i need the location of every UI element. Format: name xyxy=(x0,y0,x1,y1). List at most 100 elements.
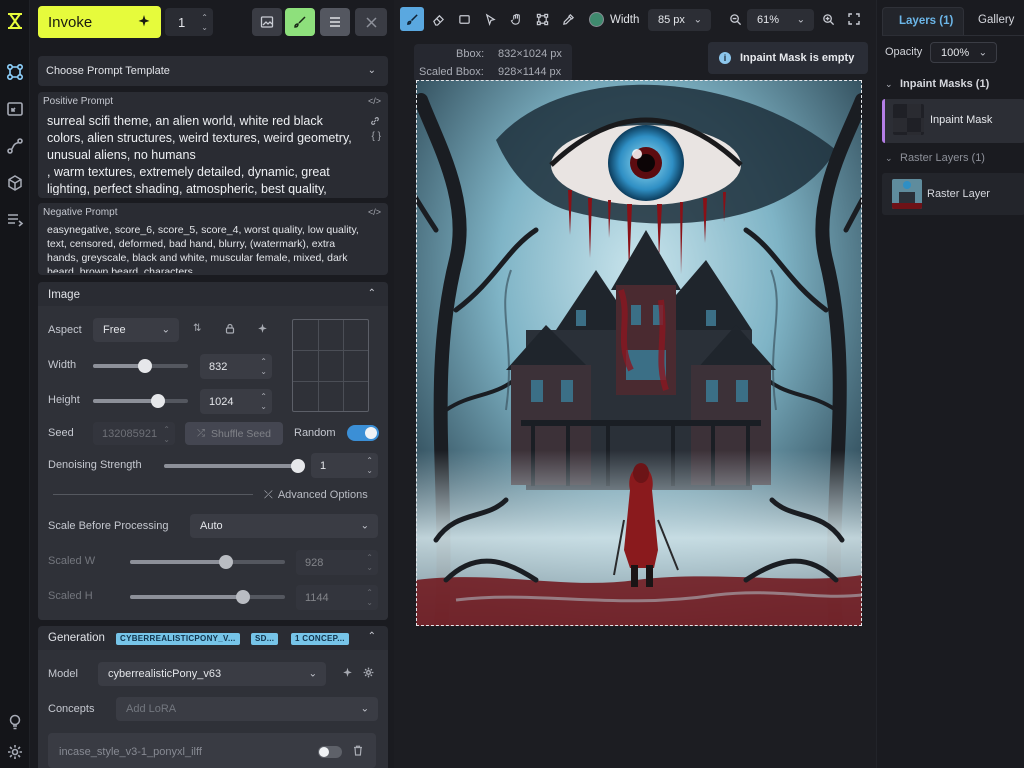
width-input[interactable]: 832 ⌃ ⌄ xyxy=(200,354,272,379)
opacity-value: 100% xyxy=(941,46,970,59)
link-icon[interactable] xyxy=(370,115,380,129)
zoom-select[interactable]: 61% ⌄ xyxy=(747,9,814,31)
canvas-view-button[interactable] xyxy=(285,8,315,36)
eraser-tool-button[interactable] xyxy=(426,7,450,31)
advanced-options-toggle[interactable]: ⤫ Advanced Options xyxy=(264,489,368,502)
cancel-button[interactable] xyxy=(355,8,387,36)
image-view-button[interactable] xyxy=(252,8,282,36)
fit-view-icon[interactable] xyxy=(848,13,860,28)
denoise-input[interactable]: 1 ⌃ ⌄ xyxy=(311,453,378,478)
gear-icon[interactable] xyxy=(5,742,25,762)
lora-toggle[interactable] xyxy=(318,746,342,758)
inpaint-mask-layer[interactable]: Inpaint Mask xyxy=(882,99,1024,143)
stepper-arrows-icon[interactable]: ⌃ ⌄ xyxy=(366,588,373,608)
positive-prompt-textarea[interactable]: surreal scifi theme, an alien world, whi… xyxy=(47,113,357,195)
raster-layer[interactable]: Raster Layer xyxy=(882,173,1024,215)
trash-icon[interactable] xyxy=(353,745,363,759)
scaled-bbox-label: Scaled Bbox: xyxy=(419,66,484,78)
edges-icon[interactable] xyxy=(5,136,25,156)
rectangle-icon xyxy=(458,14,470,24)
stepper-arrows-icon[interactable]: ⌃ ⌄ xyxy=(366,553,373,573)
sparkle-icon[interactable] xyxy=(342,667,353,681)
concepts-placeholder: Add LoRA xyxy=(126,703,177,715)
brush-icon xyxy=(294,16,306,28)
stepper-arrows-icon[interactable]: ⌃ ⌄ xyxy=(260,392,267,412)
tab-gallery[interactable]: Gallery xyxy=(966,7,1024,35)
negative-prompt-label: Negative Prompt xyxy=(43,207,118,218)
shuffle-seed-button[interactable]: ⤮ Shuffle Seed xyxy=(185,422,283,445)
cube-icon[interactable] xyxy=(5,173,25,193)
scaled-h-input[interactable]: 1144 ⌃ ⌄ xyxy=(296,585,378,610)
move-tool-button[interactable] xyxy=(478,7,502,31)
opacity-select[interactable]: 100% ⌄ xyxy=(930,42,997,63)
chevron-down-icon[interactable]: ⌄ xyxy=(885,79,893,90)
iterations-stepper[interactable]: 1 ⌃ ⌄ xyxy=(165,8,213,36)
sparkle-icon xyxy=(137,14,151,32)
stepper-arrows-icon[interactable]: ⌃ ⌄ xyxy=(201,13,208,33)
lock-icon[interactable] xyxy=(225,323,235,337)
chevron-up-icon[interactable]: ⌃ xyxy=(368,631,376,642)
aspect-select[interactable]: Free ⌄ xyxy=(93,318,179,342)
slider-thumb[interactable] xyxy=(291,459,305,473)
invoke-button[interactable]: Invoke xyxy=(38,6,161,38)
pan-tool-button[interactable] xyxy=(504,7,528,31)
divider xyxy=(53,494,253,495)
scaled-h-slider[interactable] xyxy=(130,590,285,604)
canvas-area[interactable]: Width 85 px ⌄ 61% ⌄ Bbox: 832×1024 px Scal… xyxy=(394,0,876,768)
positive-prompt-card: Positive Prompt surreal scifi theme, an … xyxy=(38,92,388,198)
zoom-in-icon[interactable] xyxy=(822,13,835,29)
bbox-tool-button[interactable] xyxy=(530,7,554,31)
brush-tool-button[interactable] xyxy=(400,7,424,31)
chevron-up-icon[interactable]: ⌃ xyxy=(368,288,376,299)
canvas-icon[interactable] xyxy=(5,99,25,119)
negative-prompt-textarea[interactable]: easynegative, score_6, score_5, score_4,… xyxy=(47,223,359,273)
model-settings-icon[interactable] xyxy=(363,667,374,681)
chevron-down-icon: ⌄ xyxy=(161,324,170,336)
stepper-arrows-icon[interactable]: ⌃ ⌄ xyxy=(366,456,373,476)
chevron-down-icon: ⌄ xyxy=(367,65,376,76)
slider-thumb[interactable] xyxy=(219,555,234,569)
scaled-bbox-value: 928×1144 px xyxy=(498,66,562,78)
scale-before-label: Scale Before Processing xyxy=(48,520,169,532)
stepper-arrows-icon[interactable]: ⌃ ⌄ xyxy=(163,425,170,445)
braces-icon[interactable]: { } xyxy=(372,131,381,142)
tab-layers[interactable]: Layers (1) xyxy=(882,7,964,35)
denoise-value: 1 xyxy=(320,459,327,472)
bbox-outline[interactable] xyxy=(416,80,862,626)
menu-button[interactable] xyxy=(320,8,350,36)
info-icon: i xyxy=(719,52,731,64)
bbox-label: Bbox: xyxy=(456,48,485,60)
denoise-slider[interactable] xyxy=(164,459,305,473)
lightbulb-icon[interactable] xyxy=(5,712,25,732)
concepts-select[interactable]: Add LoRA ⌄ xyxy=(116,697,378,721)
brush-width-select[interactable]: 85 px ⌄ xyxy=(648,9,711,31)
zoom-out-icon[interactable] xyxy=(729,13,742,29)
scaled-w-input[interactable]: 928 ⌃ ⌄ xyxy=(296,550,378,575)
width-slider[interactable] xyxy=(93,359,188,373)
code-view-icon[interactable]: </> xyxy=(368,96,381,106)
height-input[interactable]: 1024 ⌃ ⌄ xyxy=(200,389,272,414)
scaled-w-slider[interactable] xyxy=(130,555,285,569)
raster-layers-group-label[interactable]: Raster Layers (1) xyxy=(900,152,985,164)
height-slider[interactable] xyxy=(93,394,188,408)
invoke-logo-icon[interactable] xyxy=(5,11,25,31)
queue-list-icon[interactable] xyxy=(5,210,25,230)
layers-panel: Layers (1) Gallery Opacity 100% ⌄ ⌄ Inpai… xyxy=(876,0,1024,768)
chevron-down-icon[interactable]: ⌄ xyxy=(885,153,893,164)
brush-color-swatch[interactable] xyxy=(589,12,604,27)
slider-thumb[interactable] xyxy=(150,394,165,408)
rect-tool-button[interactable] xyxy=(452,7,476,31)
inpaint-masks-group-label[interactable]: Inpaint Masks (1) xyxy=(900,78,989,90)
swap-dimensions-icon[interactable]: ⇅ xyxy=(193,323,201,334)
prompt-template-select[interactable]: Choose Prompt Template ⌄ xyxy=(38,56,388,86)
lora-item[interactable]: incase_style_v3-1_ponyxl_ilff xyxy=(48,733,376,768)
seed-input[interactable]: 132085921 ⌃ ⌄ xyxy=(93,422,175,445)
workflow-graph-icon[interactable] xyxy=(5,62,25,82)
scale-before-select[interactable]: Auto ⌄ xyxy=(190,514,378,538)
code-view-icon[interactable]: </> xyxy=(368,207,381,217)
random-toggle[interactable] xyxy=(347,425,379,441)
color-picker-tool-button[interactable] xyxy=(556,7,580,31)
model-select[interactable]: cyberrealisticPony_v63 ⌄ xyxy=(98,662,326,686)
stepper-arrows-icon[interactable]: ⌃ ⌄ xyxy=(260,357,267,377)
sparkle-icon[interactable] xyxy=(257,323,268,337)
